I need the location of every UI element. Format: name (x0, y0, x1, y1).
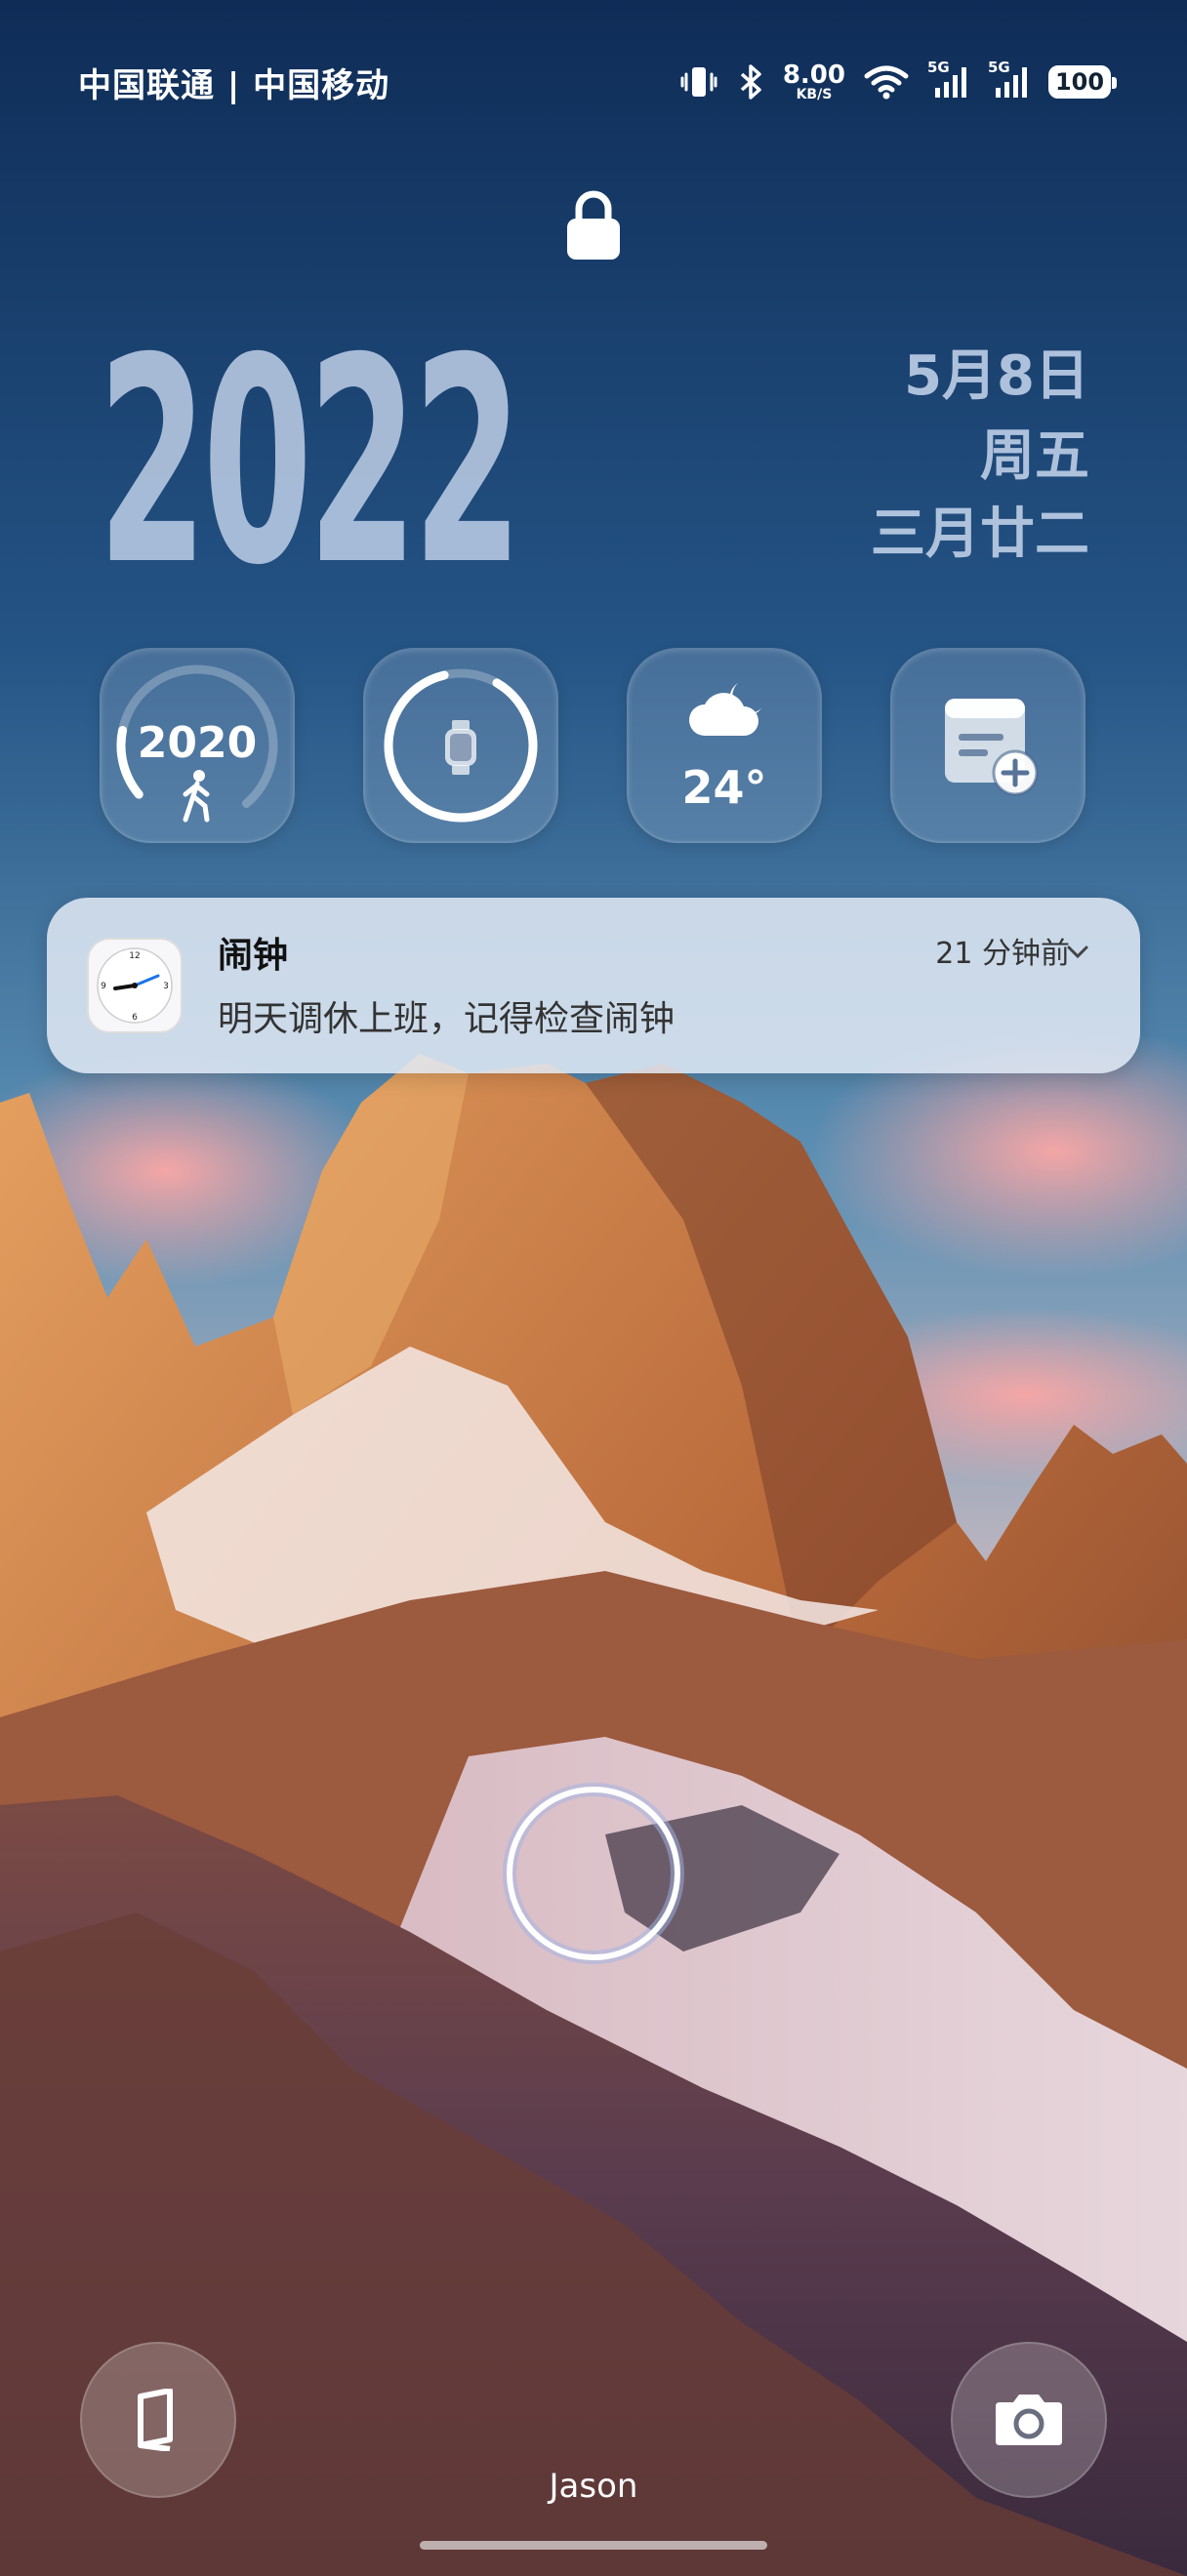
cloud-moon-icon (689, 683, 761, 736)
chevron-down-icon[interactable] (1066, 945, 1089, 960)
notes-widget[interactable] (890, 648, 1085, 843)
svg-text:3: 3 (163, 982, 169, 991)
camera-icon (996, 2395, 1062, 2445)
steps-value: 2020 (137, 718, 258, 768)
fingerprint-sensor-ring[interactable] (494, 1774, 693, 1973)
weekday-label: 周五 (980, 424, 1089, 488)
svg-text:9: 9 (101, 982, 106, 991)
alarm-notification[interactable]: 12 3 6 9 闹钟 明天调休上班，记得检查闹钟 21 分钟前 (47, 898, 1140, 1073)
weather-widget[interactable]: 24° (627, 648, 822, 843)
weather-temperature: 24° (681, 761, 767, 814)
home-indicator[interactable] (420, 2541, 767, 2550)
clock-app-icon: 12 3 6 9 (87, 938, 183, 1033)
notification-time: 21 分钟前 (935, 937, 1070, 971)
wifi-icon (864, 65, 909, 100)
add-note-icon (945, 699, 1039, 796)
sim2-5g-label: 5G (988, 59, 1010, 76)
notification-message: 明天调休上班，记得检查闹钟 (218, 999, 675, 1039)
lunar-date-label: 三月廿二 (871, 503, 1089, 566)
svg-text:6: 6 (132, 1013, 138, 1023)
svg-text:12: 12 (129, 951, 140, 961)
watch-widget[interactable] (363, 648, 558, 843)
year-display: 2022 (98, 299, 522, 627)
lock-icon (567, 190, 620, 260)
steps-widget[interactable]: 2020 (100, 648, 295, 843)
battery-indicator: 100 (1048, 65, 1117, 99)
net-speed-value: 8.00 (782, 60, 845, 90)
date-label: 5月8日 (904, 344, 1089, 408)
vibrate-icon (680, 67, 717, 97)
walking-icon (183, 770, 210, 823)
sim1-5g-label: 5G (927, 59, 950, 76)
card-icon (138, 2389, 173, 2451)
net-speed-unit: KB/S (796, 87, 833, 102)
status-icons: 8.00 KB/S 5G 5G 100 (679, 57, 1117, 107)
sim2-signal: 5G (988, 59, 1031, 101)
smartwatch-icon (445, 720, 476, 775)
notification-app-name: 闹钟 (218, 936, 289, 976)
bluetooth-icon (740, 64, 761, 100)
carrier-label: 中国联通 | 中国移动 (78, 66, 390, 105)
net-speed: 8.00 KB/S (783, 62, 845, 101)
sim1-signal: 5G (927, 59, 970, 101)
user-name-label: Jason (549, 2467, 638, 2506)
